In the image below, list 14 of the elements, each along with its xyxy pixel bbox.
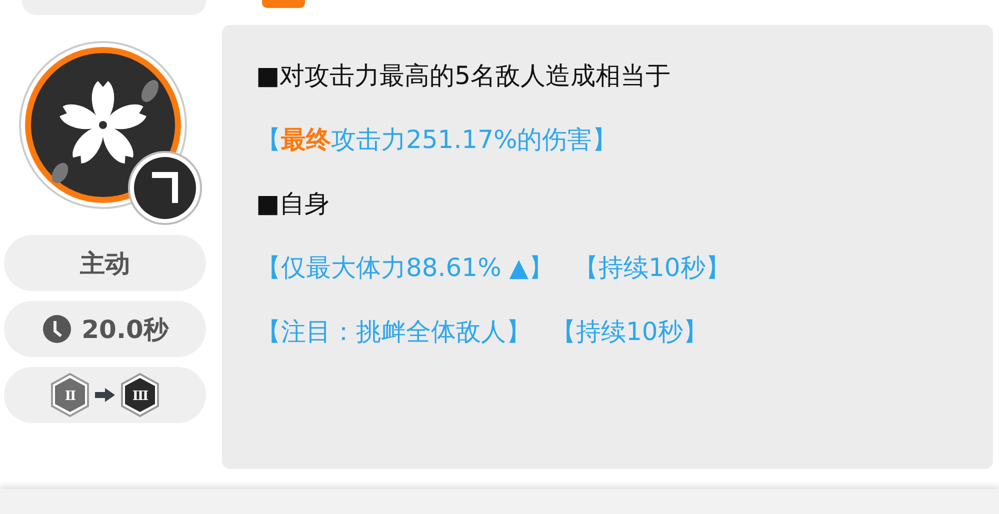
- description-heading: ■自身: [256, 188, 330, 220]
- category-tag-icon: [262, 0, 305, 8]
- effect-text: 【注目：挑衅全体敌人】: [256, 316, 531, 348]
- tier-numeral: III: [132, 389, 148, 404]
- effect-text: 【仅最大体力88.61% ▲】: [256, 252, 554, 284]
- arrow-icon: [94, 387, 116, 403]
- skill-type-label: 主动: [80, 248, 130, 280]
- effect-text: 【最终攻击力251.17%的伤害】: [256, 124, 618, 156]
- tier-numeral: II: [64, 389, 76, 404]
- effect-text: 【持续10秒】: [551, 316, 708, 348]
- description-heading: ■对攻击力最高的5名敌人造成相当于: [256, 60, 671, 92]
- cooldown-text: 20.0秒: [82, 314, 168, 346]
- clock-icon: [42, 314, 72, 344]
- effect-text: 【持续10秒】: [574, 252, 730, 284]
